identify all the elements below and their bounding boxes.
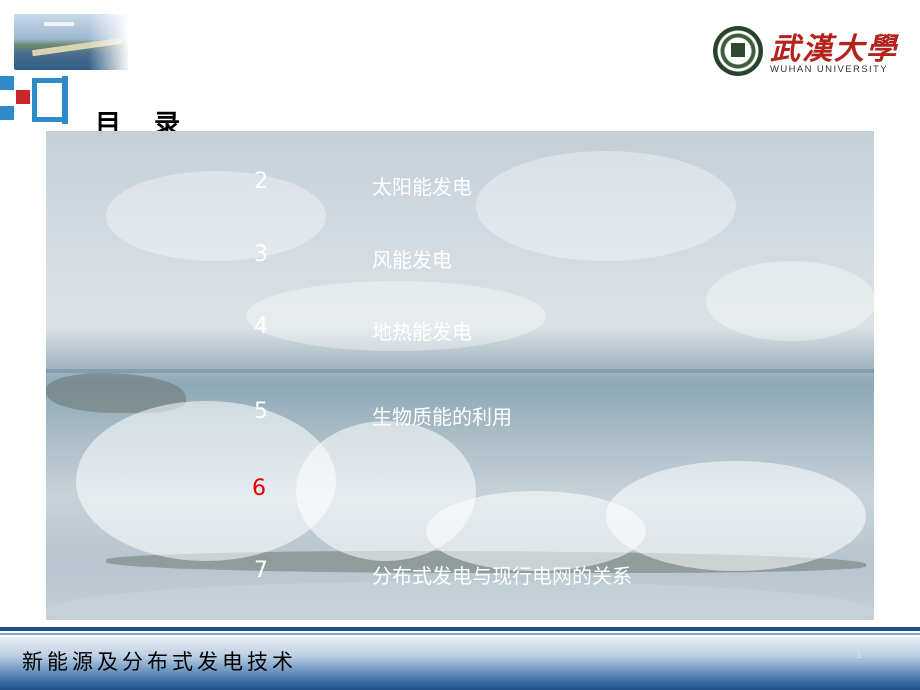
airplane-shape [44, 22, 74, 26]
toc-label: 生物质能的利用 [372, 405, 512, 429]
toc-number: 5 [254, 399, 268, 424]
toc-number: 2 [254, 169, 268, 194]
photo-fade [88, 14, 128, 70]
toc-label: 分布式发电与现行电网的关系 [372, 564, 632, 588]
university-name-en: WUHAN UNIVERSITY [770, 64, 888, 75]
toc-label: 风能发电 [372, 248, 452, 272]
footer-divider-thin [0, 633, 920, 635]
toc-number: 4 [254, 314, 268, 339]
toc-label: 地热能发电 [372, 320, 472, 344]
horizon-line [46, 369, 874, 373]
toc-panel: 2 太阳能发电 3 风能发电 4 地热能发电 5 生物质能的利用 6 7 分布式… [46, 131, 874, 620]
header-photo [14, 14, 128, 70]
toc-label: 太阳能发电 [372, 175, 472, 199]
page-number: 1 [856, 650, 863, 661]
toc-number: 3 [254, 242, 268, 267]
university-name-cn: 武漢大學 [770, 32, 898, 67]
footer-divider [0, 627, 920, 631]
toc-number: 7 [254, 558, 268, 583]
course-title: 新能源及分布式发电技术 [22, 650, 297, 674]
university-emblem-icon [713, 26, 763, 76]
toc-number-highlighted: 6 [252, 476, 266, 501]
